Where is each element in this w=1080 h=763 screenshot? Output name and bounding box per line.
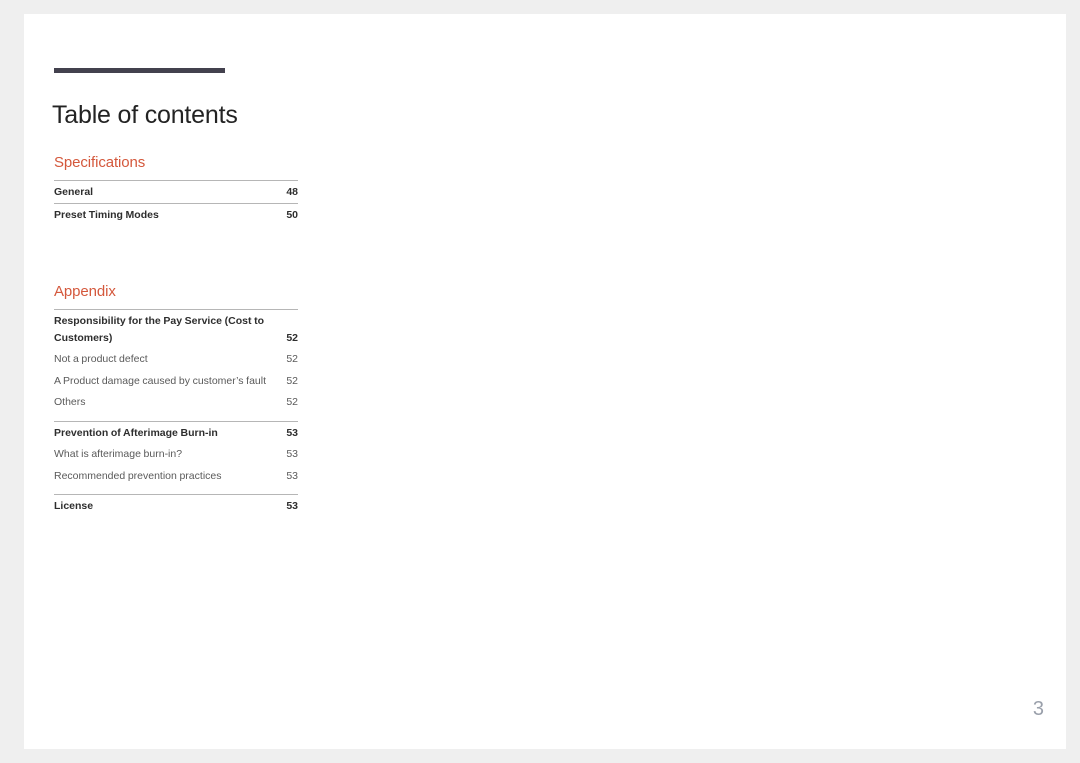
toc-entry[interactable]: Others 52 [54, 391, 298, 413]
toc-entry-page-number: 53 [286, 448, 298, 460]
toc-entry[interactable]: Prevention of Afterimage Burn-in 53 [54, 422, 298, 444]
toc-entry-page-number: 52 [286, 396, 298, 408]
section-heading: Specifications [54, 154, 146, 171]
title-accent-rule [54, 68, 225, 73]
section-heading: Appendix [54, 283, 116, 300]
toc-entry-page-number: 53 [286, 426, 298, 439]
document-page: Table of contents Specifications General 4… [24, 14, 1066, 749]
toc-entry-page-number: 53 [286, 500, 298, 512]
toc-entry-group: General 48 Preset Timing Modes 50 [54, 180, 298, 225]
toc-entry[interactable]: Responsibility for the Pay Service (Cost… [54, 310, 298, 348]
toc-entry[interactable]: License 53 [54, 495, 298, 517]
toc-entry-label: Preset Timing Modes [54, 208, 159, 221]
toc-entry[interactable]: What is afterimage burn-in? 53 [54, 443, 298, 465]
toc-entry-page-number: 52 [286, 353, 298, 365]
toc-entry-label: General [54, 186, 94, 198]
toc-entry-group: Responsibility for the Pay Service (Cost… [54, 309, 298, 413]
toc-entry-page-number: 52 [286, 374, 298, 387]
toc-entry-page-number: 48 [286, 186, 298, 198]
toc-entry[interactable]: Not a product defect 52 [54, 348, 298, 370]
toc-entry-group: Prevention of Afterimage Burn-in 53 What i… [54, 420, 298, 487]
toc-entry-group: License 53 [54, 494, 298, 517]
toc-entry[interactable]: General 48 [54, 181, 298, 203]
toc-entry-page-number: 52 [286, 331, 298, 344]
toc-entry-page-number: 50 [286, 208, 298, 221]
toc-entry-label: Others [54, 396, 86, 408]
toc-entry-label: Prevention of Afterimage Burn-in [54, 426, 218, 439]
toc-entry-label: Not a product defect [54, 353, 148, 365]
toc-entry-page-number: 53 [286, 469, 298, 482]
page-title: Table of contents [52, 100, 238, 129]
toc-entry-label: License [54, 500, 94, 512]
toc-entry-label: What is afterimage burn-in? [54, 448, 183, 460]
toc-entry[interactable]: A Product damage caused by customer’s fa… [54, 370, 298, 392]
toc-entry[interactable]: Preset Timing Modes 50 [54, 202, 298, 226]
table-of-contents: Specifications General 48 Preset Timing Mod… [54, 154, 298, 517]
toc-entry-label: Responsibility for the Pay Service (Cost… [54, 315, 264, 344]
page-number: 3 [1032, 698, 1044, 720]
toc-entry-label: Recommended prevention practices [54, 469, 222, 482]
toc-entry-label: A Product damage caused by customer’s fa… [54, 374, 267, 387]
toc-entry[interactable]: Recommended prevention practices 53 [54, 465, 298, 487]
